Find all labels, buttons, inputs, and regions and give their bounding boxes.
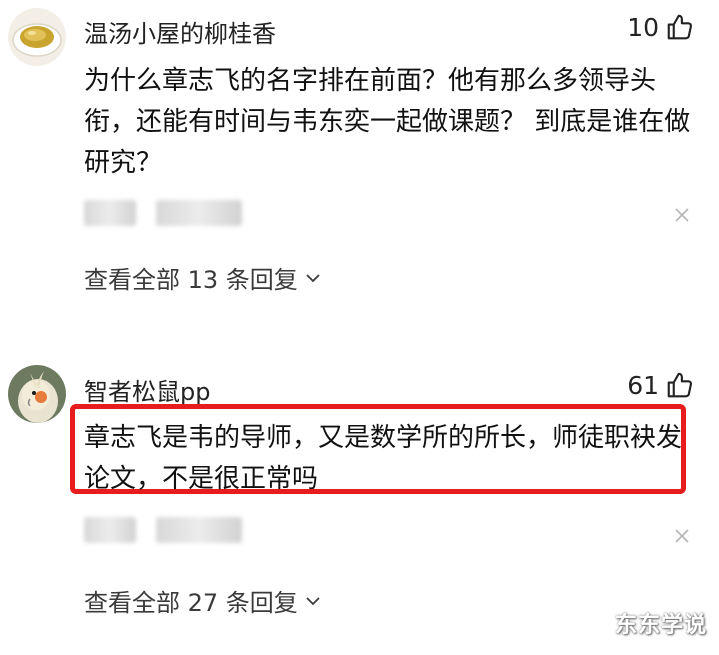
view-replies-label: 查看全部 27 条回复 — [84, 589, 298, 617]
watermark: 东东学说 — [614, 613, 707, 638]
blurred-text — [156, 517, 242, 543]
chevron-down-icon — [306, 596, 320, 605]
comment-footer: 查看全部 27 条回复 — [0, 0, 719, 655]
view-replies-link[interactable]: 查看全部 27 条回复 — [84, 583, 322, 618]
blurred-text — [84, 517, 136, 543]
close-icon[interactable] — [673, 527, 691, 545]
blurred-reply-preview — [84, 517, 242, 543]
